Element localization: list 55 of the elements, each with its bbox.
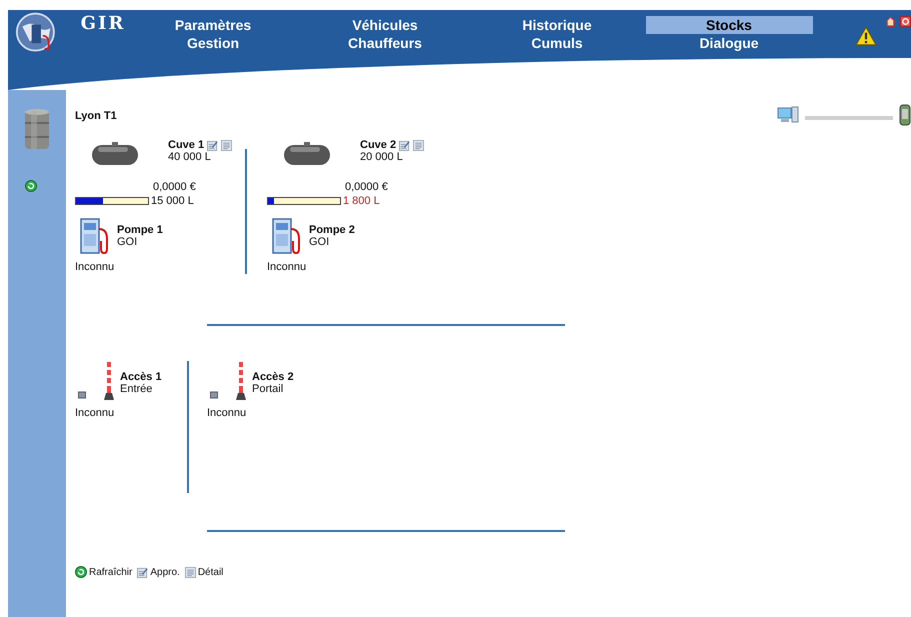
- reader-icon: [78, 391, 86, 399]
- home-icon[interactable]: [885, 16, 896, 27]
- access-name: Accès 2: [252, 371, 294, 383]
- legend-label: Rafraîchir: [89, 566, 132, 578]
- tank-volume: 15 000 L: [151, 195, 194, 207]
- edit-icon[interactable]: [207, 140, 218, 150]
- terminal-icon: [899, 104, 911, 126]
- tank-volume: 1 800 L: [343, 195, 380, 207]
- pump-name: Pompe 2: [309, 224, 355, 236]
- access-name: Accès 1: [120, 371, 162, 383]
- nav-link[interactable]: Véhicules: [352, 16, 418, 34]
- reader-icon: [210, 391, 218, 399]
- fuel-pump-icon: [79, 217, 109, 255]
- access-type: Entrée: [120, 383, 154, 395]
- tank-name: Cuve 2: [360, 139, 396, 151]
- barrel-icon[interactable]: [23, 108, 51, 152]
- nav-link[interactable]: Historique: [522, 16, 592, 34]
- access-status: Inconnu: [207, 407, 248, 419]
- warning-icon[interactable]: [855, 26, 877, 46]
- detail-icon: [184, 566, 196, 578]
- nav-link[interactable]: Chauffeurs: [348, 34, 422, 52]
- power-icon[interactable]: [900, 16, 911, 27]
- legend-label: Appro.: [150, 566, 180, 578]
- tank-capacity: 40 000 L: [168, 151, 212, 163]
- app-logo: GIR: [80, 13, 126, 34]
- detail-icon[interactable]: [221, 140, 232, 150]
- tank-price: 0,0000 €: [345, 181, 389, 193]
- access-type: Portail: [252, 383, 284, 395]
- tank-price: 0,0000 €: [153, 181, 197, 193]
- nav-link[interactable]: Dialogue: [699, 34, 759, 52]
- nav-link[interactable]: Gestion: [186, 34, 240, 52]
- pump-name: Pompe 1: [117, 224, 163, 236]
- pump-status: Inconnu: [75, 261, 116, 273]
- detail-icon[interactable]: [413, 140, 424, 150]
- pump-status: Inconnu: [267, 261, 308, 273]
- fuel-type: GOI: [309, 236, 330, 248]
- nav-link[interactable]: Cumuls: [531, 34, 583, 52]
- tank-capacity: 20 000 L: [360, 151, 404, 163]
- tank-name: Cuve 1: [168, 139, 204, 151]
- nav-link[interactable]: Stocks: [646, 16, 812, 34]
- nav-link[interactable]: Paramètres: [174, 16, 252, 34]
- edit-icon: [137, 566, 148, 578]
- barrier-post-icon: [102, 361, 116, 401]
- edit-icon[interactable]: [399, 140, 410, 150]
- fuel-type: GOI: [117, 236, 138, 248]
- site-title: Lyon T1: [75, 110, 117, 122]
- access-status: Inconnu: [75, 407, 116, 419]
- tank-icon: [282, 141, 332, 167]
- barrier-post-icon: [234, 361, 248, 401]
- legend-label: Détail: [198, 566, 224, 578]
- tank-icon: [90, 141, 140, 167]
- refresh-icon[interactable]: [25, 180, 37, 192]
- computer-icon: [777, 106, 799, 124]
- fuel-pump-icon: [271, 217, 301, 255]
- refresh-icon: [75, 566, 87, 578]
